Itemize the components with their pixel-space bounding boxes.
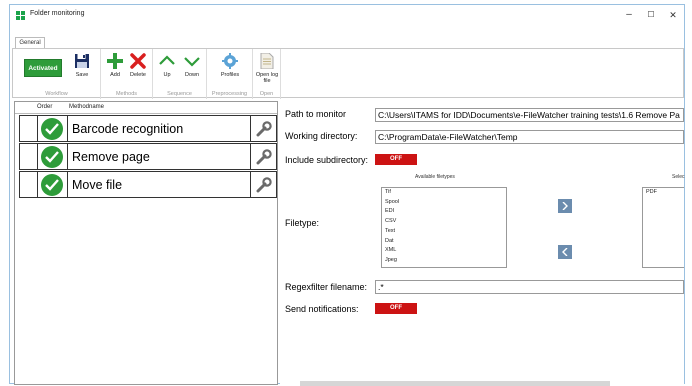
- sequence-group-label: Sequence: [167, 91, 192, 97]
- row-status: [38, 144, 68, 169]
- gear-icon: [222, 53, 238, 69]
- row-status: [38, 172, 68, 197]
- check-circle-icon: [41, 174, 63, 196]
- ribbon-group-preprocessing: Profiles Preprocessing: [207, 49, 253, 99]
- add-method-button[interactable]: Add: [106, 53, 124, 78]
- send-notifications-label: Send notifications:: [285, 304, 359, 314]
- add-label: Add: [110, 72, 120, 78]
- delete-label: Delete: [130, 72, 146, 78]
- table-row[interactable]: Move file: [19, 171, 277, 198]
- open-group-label: Open: [259, 91, 274, 97]
- open-log-file-button[interactable]: Open log file: [255, 52, 279, 84]
- save-button[interactable]: Save: [70, 53, 94, 78]
- x-icon: [130, 53, 146, 69]
- ribbon-group-workflow: Activated Save Workflow: [13, 49, 101, 99]
- add-filetype-button[interactable]: [558, 199, 572, 213]
- regex-filter-label: Regexfilter filename:: [285, 282, 368, 292]
- chevron-down-icon: [184, 57, 200, 67]
- chevron-left-icon: [562, 248, 568, 256]
- down-label: Down: [184, 72, 200, 78]
- wrench-icon: [256, 149, 272, 165]
- close-button[interactable]: ✕: [664, 8, 682, 22]
- selected-filetypes-caption: Selec: [672, 174, 685, 180]
- configure-method-button[interactable]: [250, 144, 276, 169]
- method-grid: Order Methodname Barcode recognition Rem…: [14, 101, 278, 385]
- list-item[interactable]: Jpeg: [382, 256, 506, 266]
- remove-filetype-button[interactable]: [558, 245, 572, 259]
- delete-method-button[interactable]: Delete: [127, 53, 149, 78]
- wrench-icon: [256, 177, 272, 193]
- path-label: Path to monitor: [285, 109, 347, 119]
- check-circle-icon: [41, 118, 63, 140]
- ribbon-group-sequence: Up Down Sequence: [153, 49, 207, 99]
- up-label: Up: [163, 72, 171, 78]
- ribbon-group-open: Open log file Open: [253, 49, 281, 99]
- app-grid-icon: [16, 11, 26, 21]
- ribbon-group-methods: Add Delete Methods: [101, 49, 153, 99]
- configure-method-button[interactable]: [250, 116, 276, 141]
- list-item[interactable]: Dat: [382, 237, 506, 247]
- profiles-button[interactable]: Profiles: [215, 53, 245, 78]
- activated-button[interactable]: Activated: [24, 59, 62, 77]
- maximize-button[interactable]: ☐: [642, 8, 660, 22]
- minimize-button[interactable]: –: [620, 8, 638, 22]
- move-up-button[interactable]: Up: [159, 53, 175, 78]
- folder-monitoring-window: Folder monitoring – ☐ ✕ General Activate…: [9, 4, 685, 386]
- wrench-icon: [256, 121, 272, 137]
- floppy-disk-icon: [75, 54, 89, 68]
- column-header-methodname[interactable]: Methodname: [69, 104, 104, 110]
- column-header-order[interactable]: Order: [37, 104, 52, 110]
- methods-group-label: Methods: [115, 91, 138, 97]
- table-row[interactable]: Remove page: [19, 143, 277, 170]
- list-item[interactable]: EDI: [382, 207, 506, 217]
- method-name: Barcode recognition: [72, 122, 184, 136]
- open-log-label: Open log file: [255, 72, 279, 84]
- regex-filter-input[interactable]: .*: [375, 280, 684, 294]
- profiles-label: Profiles: [220, 72, 240, 78]
- row-selector[interactable]: [20, 116, 38, 141]
- working-directory-label: Working directory:: [285, 131, 358, 141]
- list-item[interactable]: Text: [382, 227, 506, 237]
- title-bar: Folder monitoring – ☐ ✕: [10, 5, 684, 27]
- workflow-group-label: Workflow: [45, 91, 68, 97]
- chevron-up-icon: [159, 55, 175, 65]
- available-filetypes-list[interactable]: Tif Spool EDI CSV Text Dat XML Jpeg: [381, 187, 507, 268]
- list-item[interactable]: Spool: [382, 198, 506, 208]
- check-circle-icon: [41, 146, 63, 168]
- list-item[interactable]: CSV: [382, 217, 506, 227]
- filetype-label: Filetype:: [285, 218, 320, 228]
- method-name: Move file: [72, 178, 123, 192]
- list-item[interactable]: Tif: [382, 188, 506, 198]
- selected-filetypes-list[interactable]: PDF: [642, 187, 684, 268]
- list-item[interactable]: XML: [382, 246, 506, 256]
- save-label: Save: [75, 72, 89, 78]
- preprocessing-group-label: Preprocessing: [211, 91, 248, 97]
- plus-icon: [107, 53, 123, 69]
- row-status: [38, 116, 68, 141]
- list-item[interactable]: PDF: [643, 188, 684, 198]
- settings-panel: Path to monitor C:\Users\ITAMS for IDD\D…: [280, 101, 685, 386]
- include-subdirectory-toggle[interactable]: OFF: [375, 154, 417, 165]
- move-down-button[interactable]: Down: [181, 53, 203, 78]
- window-title: Folder monitoring: [30, 10, 85, 17]
- chevron-right-icon: [562, 202, 568, 210]
- working-directory-input[interactable]: C:\ProgramData\e-FileWatcher\Temp: [375, 130, 684, 144]
- configure-method-button[interactable]: [250, 172, 276, 197]
- ribbon-toolbar: Activated Save Workflow Add Delete Metho…: [12, 48, 684, 99]
- method-name: Remove page: [72, 150, 150, 164]
- table-row[interactable]: Barcode recognition: [19, 115, 277, 142]
- available-filetypes-caption: Available filetypes: [415, 174, 455, 180]
- include-subdirectory-label: Include subdirectory:: [285, 155, 369, 165]
- path-input[interactable]: C:\Users\ITAMS for IDD\Documents\e-FileW…: [375, 108, 684, 122]
- document-icon: [260, 52, 274, 70]
- send-notifications-toggle[interactable]: OFF: [375, 303, 417, 314]
- row-selector[interactable]: [20, 172, 38, 197]
- grid-header: Order Methodname: [15, 102, 277, 114]
- row-selector[interactable]: [20, 144, 38, 169]
